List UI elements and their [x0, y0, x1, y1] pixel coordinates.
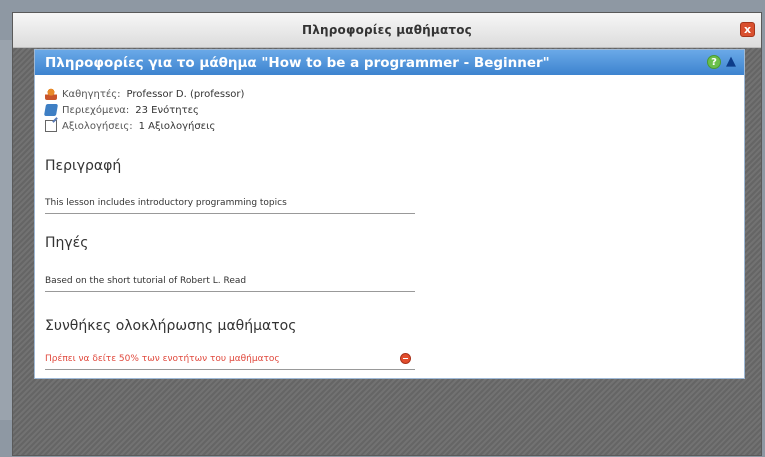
meta-value: Professor D. (professor) — [126, 88, 245, 100]
sources-title: Πηγές — [45, 235, 89, 251]
book-icon — [43, 104, 59, 116]
completion-text: Πρέπει να δείτε 50% των ενοτήτων του μαθ… — [45, 354, 280, 364]
panel-title: Πληροφορίες για το μάθημα "How to be a p… — [45, 54, 550, 71]
description-title: Περιγραφή — [45, 158, 122, 174]
panel-header: Πληροφορίες για το μάθημα "How to be a p… — [35, 50, 744, 75]
collapse-icon[interactable]: ▲ — [724, 55, 738, 69]
meta-row-teachers: Καθηγητές: Professor D. (professor) — [45, 86, 244, 102]
background-page-edge — [0, 40, 12, 420]
sources-text: Based on the short tutorial of Robert L.… — [45, 276, 415, 292]
incomplete-status-icon — [400, 353, 411, 364]
meta-value: 1 Αξιολογήσεις — [138, 120, 216, 132]
completion-requirement: Πρέπει να δείτε 50% των ενοτήτων του μαθ… — [45, 353, 415, 370]
modal-title: Πληροφορίες μαθήματος — [301, 23, 473, 37]
meta-label: Καθηγητές: — [62, 88, 121, 100]
meta-label: Αξιολογήσεις: — [62, 120, 133, 132]
modal-titlebar: Πληροφορίες μαθήματος x — [13, 13, 761, 48]
course-info-panel: Πληροφορίες για το μάθημα "How to be a p… — [34, 49, 745, 379]
completion-title: Συνθήκες ολοκλήρωσης μαθήματος — [45, 318, 297, 334]
course-meta: Καθηγητές: Professor D. (professor) Περι… — [43, 86, 244, 134]
close-button[interactable]: x — [740, 22, 755, 37]
description-text: This lesson includes introductory progra… — [45, 198, 415, 214]
meta-row-evaluations: Αξιολογήσεις: 1 Αξιολογήσεις — [45, 118, 244, 134]
panel-icons: ? ▲ — [707, 55, 738, 69]
meta-row-contents: Περιεχόμενα: 23 Ενότητες — [43, 102, 244, 118]
meta-value: 23 Ενότητες — [135, 104, 199, 116]
course-info-modal: Πληροφορίες μαθήματος x Πληροφορίες για … — [12, 12, 762, 456]
help-icon[interactable]: ? — [707, 55, 721, 69]
person-icon — [45, 88, 57, 100]
meta-label: Περιεχόμενα: — [62, 104, 130, 116]
edit-icon — [45, 120, 57, 132]
